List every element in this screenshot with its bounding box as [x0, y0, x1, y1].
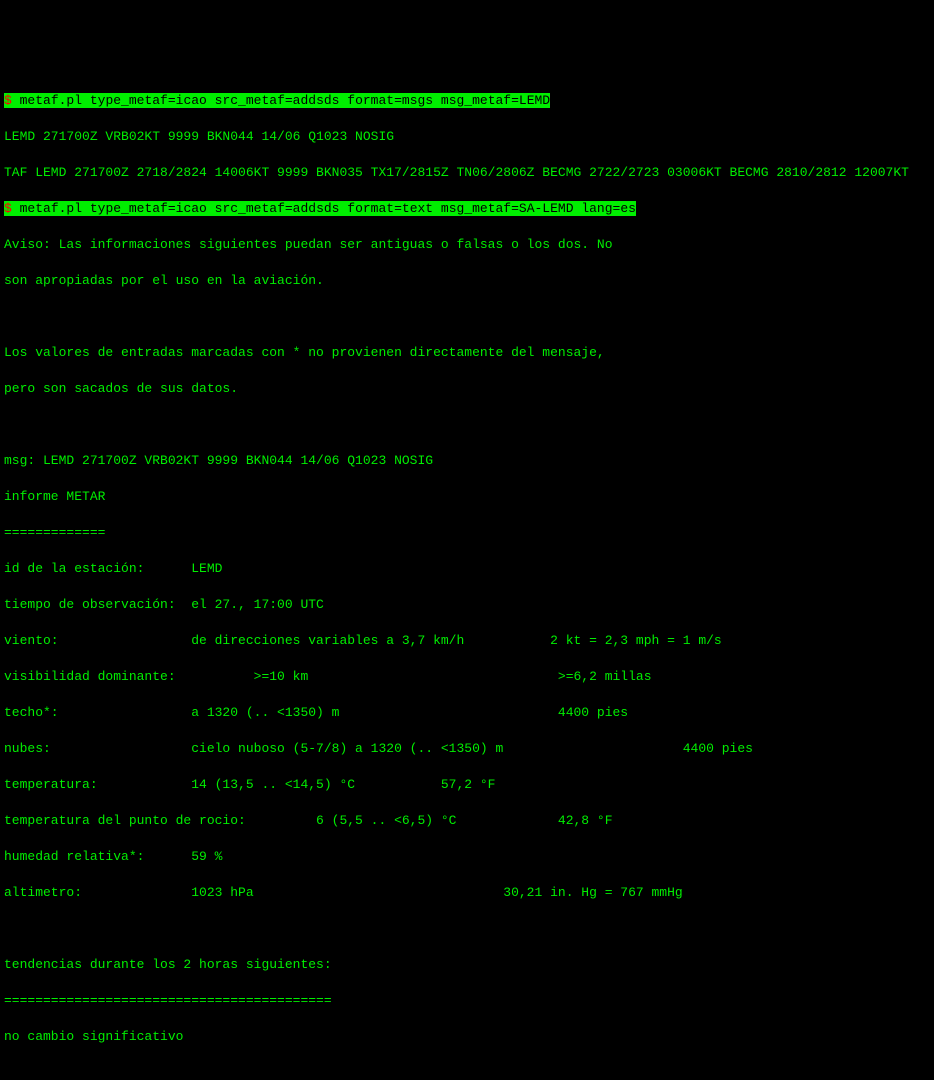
station-id-line: id de la estación: LEMD — [4, 560, 930, 578]
cmd-line-1: $ metaf.pl type_metaf=icao src_metaf=add… — [4, 92, 930, 110]
visibility-line: visibilidad dominante: >=10 km >=6,2 mil… — [4, 668, 930, 686]
separator-1: ============= — [4, 524, 930, 542]
humidity-line: humedad relativa*: 59 % — [4, 848, 930, 866]
valores-line-1: Los valores de entradas marcadas con * n… — [4, 344, 930, 362]
terminal-output[interactable]: $ metaf.pl type_metaf=icao src_metaf=add… — [0, 72, 934, 1080]
taf-output-1: TAF LEMD 271700Z 2718/2824 14006KT 9999 … — [4, 164, 930, 182]
prompt-space-2 — [12, 201, 20, 216]
temperature-line: temperatura: 14 (13,5 .. <14,5) °C 57,2 … — [4, 776, 930, 794]
aviso-line-1: Aviso: Las informaciones siguientes pued… — [4, 236, 930, 254]
nochange-line: no cambio significativo — [4, 1028, 930, 1046]
prompt-2: $ metaf.pl type_metaf=icao src_metaf=add… — [4, 201, 636, 216]
prompt-dollar-2: $ — [4, 201, 12, 216]
obs-time-line: tiempo de observación: el 27., 17:00 UTC — [4, 596, 930, 614]
separator-2: ========================================… — [4, 992, 930, 1010]
aviso-line-2: son apropiadas por el uso en la aviación… — [4, 272, 930, 290]
ceiling-line: techo*: a 1320 (.. <1350) m 4400 pies — [4, 704, 930, 722]
dewpoint-line: temperatura del punto de rocio: 6 (5,5 .… — [4, 812, 930, 830]
trends-header: tendencias durante los 2 horas siguiente… — [4, 956, 930, 974]
cmd-line-2: $ metaf.pl type_metaf=icao src_metaf=add… — [4, 200, 930, 218]
prompt-1: $ metaf.pl type_metaf=icao src_metaf=add… — [4, 93, 550, 108]
blank-2 — [4, 416, 930, 434]
msg-line: msg: LEMD 271700Z VRB02KT 9999 BKN044 14… — [4, 452, 930, 470]
clouds-line: nubes: cielo nuboso (5-7/8) a 1320 (.. <… — [4, 740, 930, 758]
prompt-space-1 — [12, 93, 20, 108]
command-2: metaf.pl type_metaf=icao src_metaf=addsd… — [20, 201, 636, 216]
metar-output-1: LEMD 271700Z VRB02KT 9999 BKN044 14/06 Q… — [4, 128, 930, 146]
command-1: metaf.pl type_metaf=icao src_metaf=addsd… — [20, 93, 551, 108]
altimeter-line: altimetro: 1023 hPa 30,21 in. Hg = 767 m… — [4, 884, 930, 902]
blank-1 — [4, 308, 930, 326]
valores-line-2: pero son sacados de sus datos. — [4, 380, 930, 398]
informe-line: informe METAR — [4, 488, 930, 506]
blank-3 — [4, 920, 930, 938]
prompt-dollar-1: $ — [4, 93, 12, 108]
wind-line: viento: de direcciones variables a 3,7 k… — [4, 632, 930, 650]
blank-4 — [4, 1064, 930, 1080]
